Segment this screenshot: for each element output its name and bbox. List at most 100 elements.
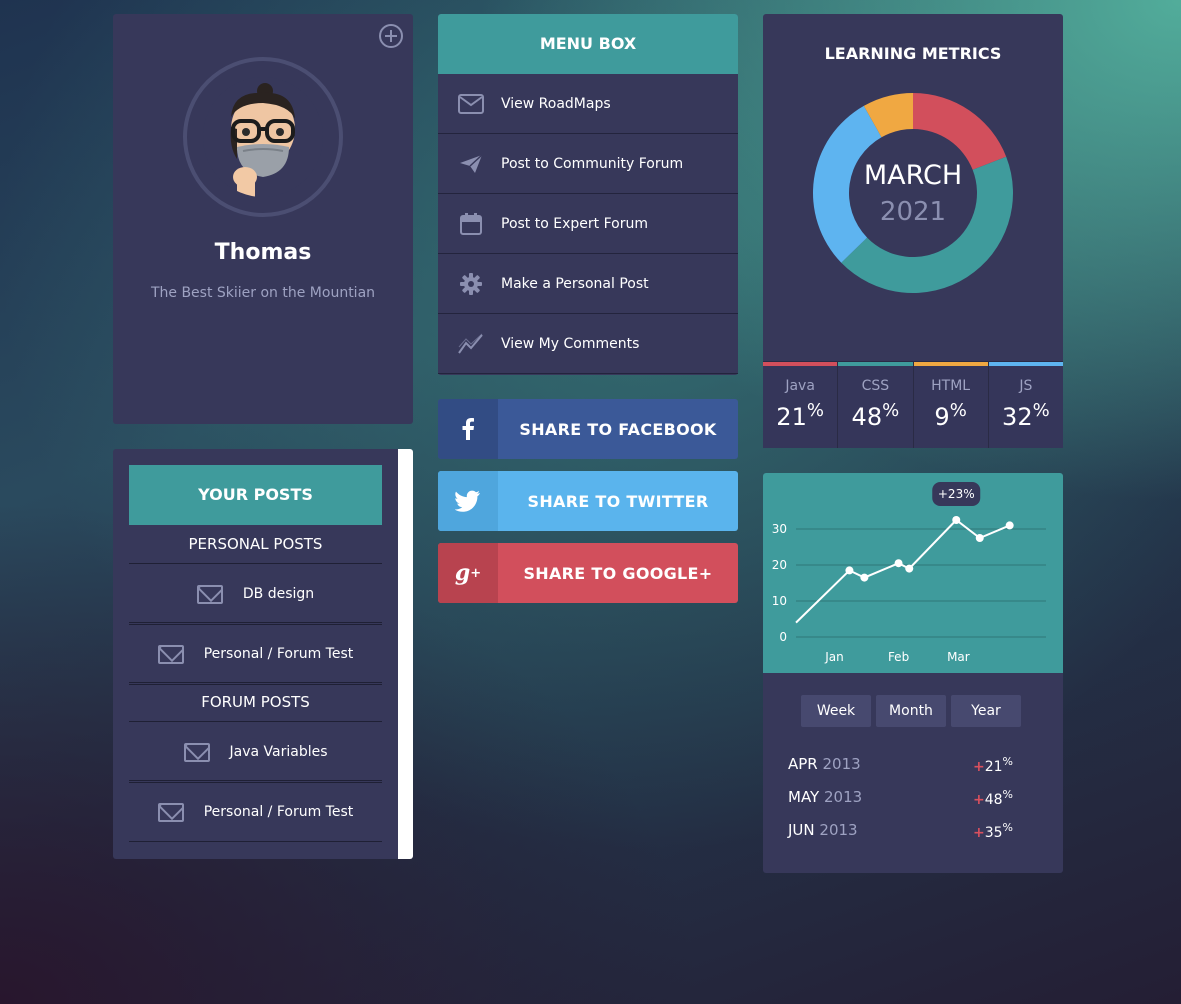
- stat-name: Java: [785, 378, 815, 394]
- stat-value: 48%: [852, 400, 900, 431]
- data-point[interactable]: [952, 516, 961, 524]
- avatar-ring: [183, 57, 343, 217]
- divider: [129, 841, 382, 842]
- range-year: 2013: [822, 755, 861, 773]
- forum-posts-heading: FORUM POSTS: [201, 693, 310, 711]
- menu-item-label: Post to Expert Forum: [501, 215, 648, 232]
- data-point[interactable]: [905, 564, 914, 573]
- stat-number: 32: [1002, 403, 1033, 431]
- post-item-label: Personal / Forum Test: [203, 804, 354, 820]
- share-twitter-button[interactable]: SHARE TO TWITTER: [438, 471, 738, 531]
- divider: [129, 563, 382, 564]
- range-unit: %: [1002, 821, 1013, 834]
- stat-css: CSS 48%: [837, 362, 913, 448]
- data-point[interactable]: [894, 559, 903, 568]
- data-point[interactable]: [1005, 521, 1014, 530]
- tab-month[interactable]: Month: [876, 695, 946, 727]
- post-item-db-design[interactable]: DB design: [129, 565, 382, 623]
- stat-unit: %: [949, 400, 967, 421]
- add-circle-icon[interactable]: [379, 24, 403, 48]
- line-chart-area: 0 10 20 30 Jan Feb Mar +23%: [763, 473, 1063, 673]
- share-twitter-label: SHARE TO TWITTER: [527, 491, 709, 511]
- activity-chart-card: 0 10 20 30 Jan Feb Mar +23% Week Month Year APR…: [763, 473, 1063, 873]
- tab-week[interactable]: Week: [801, 695, 871, 727]
- divider: [129, 721, 382, 722]
- post-item-personal-forum-test[interactable]: Personal / Forum Test: [129, 625, 382, 683]
- stat-value: 32%: [1002, 400, 1050, 431]
- learning-metrics-title: LEARNING METRICS: [824, 44, 1002, 63]
- y-tick-label: 20: [772, 558, 787, 572]
- stat-name: CSS: [861, 378, 890, 394]
- stat-unit: %: [1032, 400, 1050, 421]
- stat-unit: %: [806, 400, 824, 421]
- range-month: MAY: [788, 788, 820, 806]
- menu-item-view-roadmaps[interactable]: View RoadMaps: [438, 74, 738, 134]
- learning-metrics-card: LEARNING METRICS MARCH 2021 Java 21% CSS…: [763, 14, 1063, 448]
- stat-name: JS: [1019, 378, 1033, 394]
- range-value: +48%: [973, 788, 1013, 808]
- stat-color-bar: [913, 362, 988, 366]
- range-row-jun: JUN 2013 +35%: [788, 821, 1038, 845]
- data-point[interactable]: [975, 534, 984, 542]
- divider: [129, 682, 382, 685]
- line-chart: 0 10 20 30 Jan Feb Mar +23%: [772, 482, 1046, 664]
- y-tick-label: 10: [772, 594, 787, 608]
- x-tick-label: Mar: [947, 650, 970, 664]
- donut-month: MARCH: [863, 160, 963, 191]
- twitter-icon: [438, 471, 498, 531]
- range-row-may: MAY 2013 +48%: [788, 788, 1038, 812]
- profile-card: Thomas The Best Skiier on the Mountian: [113, 14, 413, 424]
- stat-number: 21: [776, 403, 807, 431]
- menu-box: MENU BOX View RoadMaps Post to Community…: [438, 14, 738, 375]
- stat-js: JS 32%: [987, 362, 1063, 448]
- calendar-icon: [458, 212, 484, 236]
- range-number: 48: [984, 792, 1003, 808]
- range-plus: +: [972, 759, 985, 775]
- envelope-icon: [183, 742, 210, 762]
- y-tick-label: 0: [779, 630, 787, 644]
- stat-value: 21%: [776, 400, 824, 431]
- envelope-icon: [458, 92, 484, 116]
- stat-color-bar: [988, 362, 1063, 366]
- posts-card: YOUR POSTS PERSONAL POSTS DB design Pers…: [113, 449, 413, 859]
- data-point[interactable]: [845, 566, 854, 575]
- peak-tooltip: +23%: [932, 482, 981, 506]
- stat-color-bar: [838, 362, 913, 366]
- menu-item-make-personal-post[interactable]: Make a Personal Post: [438, 254, 738, 314]
- your-posts-header[interactable]: YOUR POSTS: [129, 465, 382, 525]
- share-facebook-label: SHARE TO FACEBOOK: [519, 419, 717, 439]
- range-month: JUN: [788, 821, 815, 839]
- envelope-icon: [157, 802, 184, 822]
- profile-tagline: The Best Skiier on the Mountian: [150, 285, 376, 301]
- tooltip-label: +23%: [938, 487, 975, 501]
- stat-unit: %: [882, 400, 900, 421]
- share-google-button[interactable]: g + SHARE TO GOOGLE+: [438, 543, 738, 603]
- donut-year: 2021: [879, 197, 947, 227]
- avatar-image: [203, 77, 323, 197]
- facebook-icon: [438, 399, 498, 459]
- stat-value: 9%: [934, 400, 966, 431]
- x-tick-label: Jan: [824, 650, 844, 664]
- share-facebook-button[interactable]: SHARE TO FACEBOOK: [438, 399, 738, 459]
- range-month: APR: [788, 755, 818, 773]
- menu-item-label: Make a Personal Post: [501, 275, 649, 292]
- range-value: +21%: [973, 755, 1013, 775]
- range-row-apr: APR 2013 +21%: [788, 755, 1038, 779]
- avatar: [203, 77, 323, 197]
- range-year: 2013: [819, 821, 858, 839]
- menu-item-post-community-forum[interactable]: Post to Community Forum: [438, 134, 738, 194]
- post-item-label: Java Variables: [229, 744, 328, 760]
- envelope-icon: [157, 644, 184, 664]
- range-unit: %: [1002, 788, 1013, 801]
- tab-year[interactable]: Year: [951, 695, 1021, 727]
- menu-item-view-my-comments[interactable]: View My Comments: [438, 314, 738, 374]
- range-year: 2013: [823, 788, 863, 806]
- range-number: 35: [984, 825, 1003, 841]
- menu-item-label: Post to Community Forum: [501, 155, 684, 172]
- data-point[interactable]: [860, 573, 869, 582]
- menu-item-post-expert-forum[interactable]: Post to Expert Forum: [438, 194, 738, 254]
- metrics-stats: Java 21% CSS 48% HTML 9% JS 32%: [763, 361, 1063, 448]
- post-item-java-variables[interactable]: Java Variables: [129, 723, 382, 781]
- post-item-personal-forum-test-2[interactable]: Personal / Forum Test: [129, 783, 382, 841]
- range-value: +35%: [973, 821, 1013, 841]
